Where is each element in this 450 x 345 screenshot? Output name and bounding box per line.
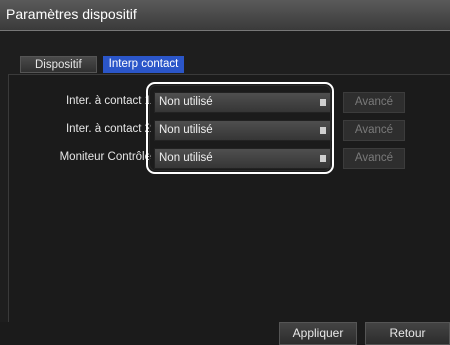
contact-2-label: Inter. à contact 2 bbox=[65, 123, 151, 135]
window-title: Paramètres dispositif bbox=[6, 6, 137, 22]
contact-row-1: Inter. à contact 1 Non utilisé Avancé bbox=[9, 92, 449, 114]
monitor-control-row: Moniteur Contrôle Non utilisé Avancé bbox=[9, 148, 449, 170]
contact-1-advanced-button[interactable]: Avancé bbox=[343, 92, 405, 113]
title-bar: Paramètres dispositif bbox=[0, 0, 450, 31]
contact-2-advanced-button[interactable]: Avancé bbox=[343, 120, 405, 141]
dropdown-icon bbox=[320, 99, 326, 106]
contact-row-2: Inter. à contact 2 Non utilisé Avancé bbox=[9, 120, 449, 142]
monitor-control-value: Non utilisé bbox=[159, 152, 213, 164]
apply-button[interactable]: Appliquer bbox=[279, 322, 357, 345]
monitor-control-label: Moniteur Contrôle bbox=[59, 151, 151, 163]
tab-interp-contact[interactable]: Interp contact bbox=[102, 56, 185, 73]
contact-2-select[interactable]: Non utilisé bbox=[154, 120, 332, 141]
contact-1-select[interactable]: Non utilisé bbox=[154, 92, 332, 113]
contact-1-label: Inter. à contact 1 bbox=[65, 95, 151, 107]
monitor-control-advanced-button[interactable]: Avancé bbox=[343, 148, 405, 169]
tab-dispositif[interactable]: Dispositif bbox=[20, 56, 97, 73]
contact-2-value: Non utilisé bbox=[159, 124, 213, 136]
contact-settings-panel: Inter. à contact 1 Non utilisé Avancé In… bbox=[8, 74, 450, 323]
back-button[interactable]: Retour bbox=[365, 322, 450, 345]
dropdown-icon bbox=[320, 155, 326, 162]
footer-bar: Appliquer Retour bbox=[0, 322, 450, 345]
dropdown-icon bbox=[320, 127, 326, 134]
tab-bar: Dispositif Interp contact bbox=[20, 56, 185, 73]
contact-1-value: Non utilisé bbox=[159, 96, 213, 108]
settings-window: Paramètres dispositif Dispositif Interp … bbox=[0, 0, 450, 345]
monitor-control-select[interactable]: Non utilisé bbox=[154, 148, 332, 169]
